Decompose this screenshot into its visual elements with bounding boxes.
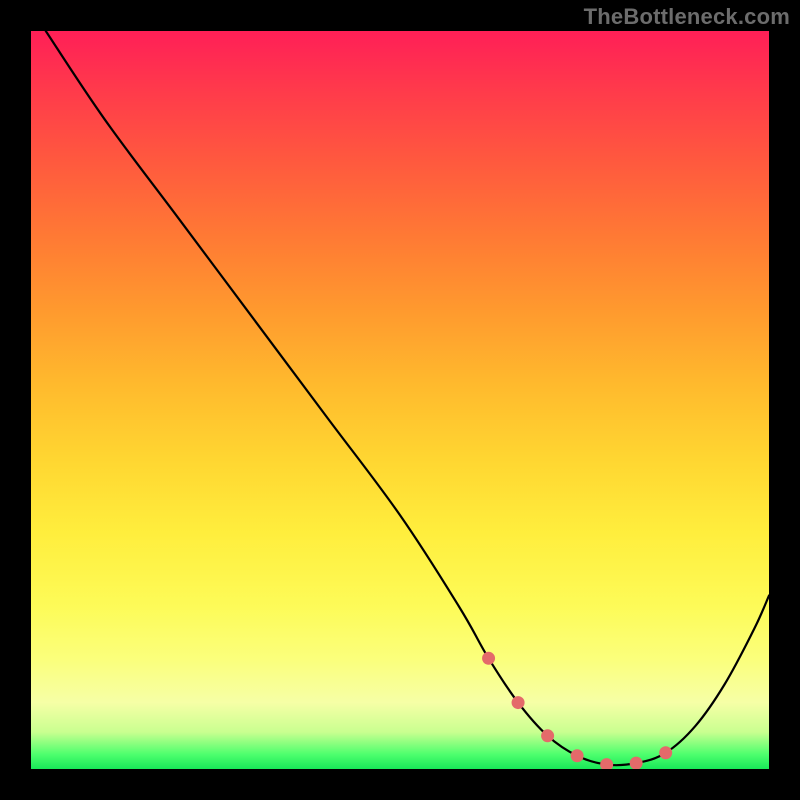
minimum-dot <box>600 758 613 769</box>
plot-area <box>31 31 769 769</box>
minimum-dots-group <box>482 652 672 769</box>
minimum-dot <box>541 729 554 742</box>
minimum-dot <box>571 749 584 762</box>
minimum-dot <box>659 746 672 759</box>
watermark-label: TheBottleneck.com <box>584 4 790 30</box>
minimum-dot <box>630 757 643 769</box>
curve-svg <box>31 31 769 769</box>
minimum-dot <box>512 696 525 709</box>
chart-frame: TheBottleneck.com <box>0 0 800 800</box>
minimum-dot <box>482 652 495 665</box>
bottleneck-curve-path <box>46 31 769 765</box>
